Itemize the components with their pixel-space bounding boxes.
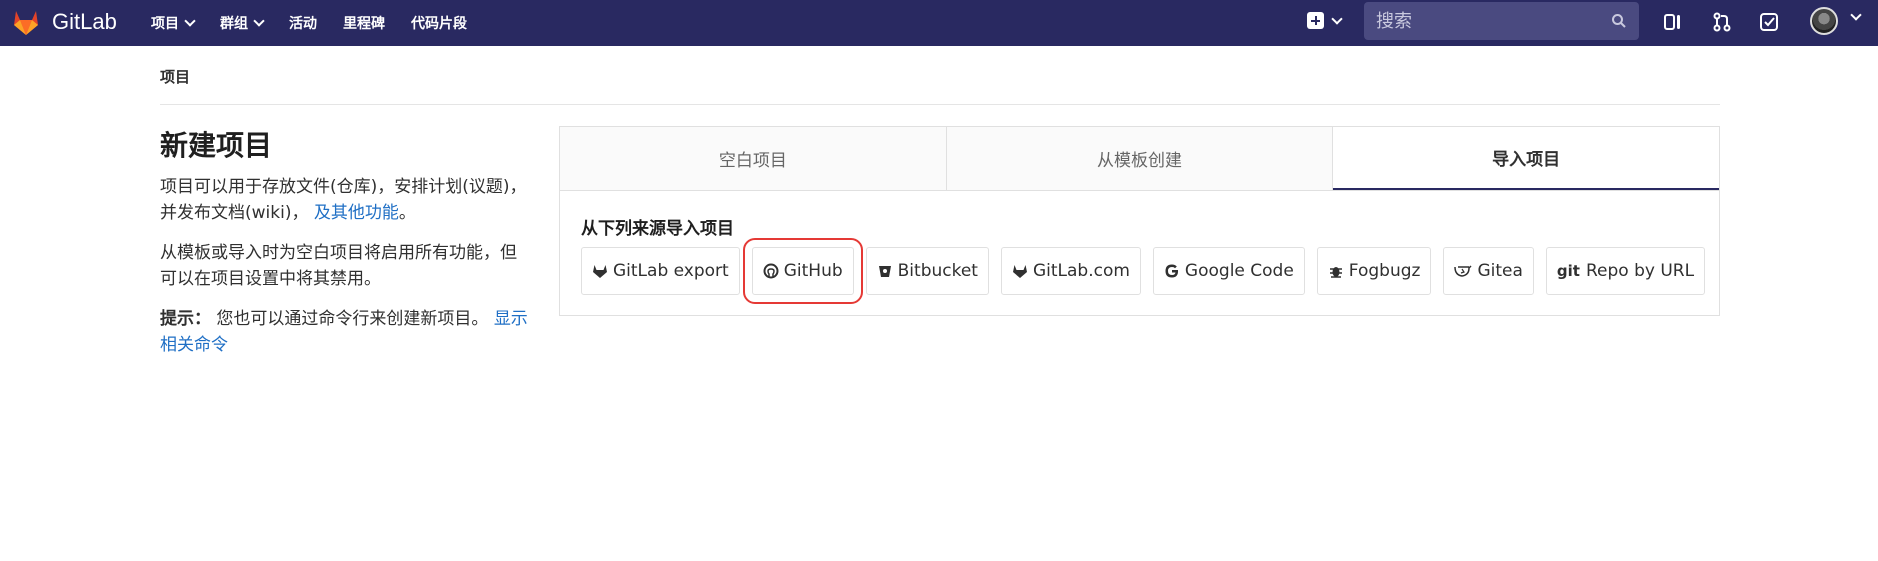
divider xyxy=(160,104,1720,105)
nav-milestones[interactable]: 里程碑 xyxy=(343,13,385,33)
source-label: Fogbugz xyxy=(1348,261,1421,281)
nav-projects[interactable]: 项目 xyxy=(151,13,196,33)
more-features-link[interactable]: 及其他功能 xyxy=(314,203,399,223)
search-icon[interactable] xyxy=(1611,13,1627,29)
tab-blank-project[interactable]: 空白项目 xyxy=(560,127,947,190)
project-tabs: 空白项目 从模板创建 导入项目 xyxy=(560,127,1720,191)
gitlab-logo-icon[interactable] xyxy=(10,6,42,38)
bitbucket-icon xyxy=(878,266,891,277)
main-nav: 项目 群组 活动 里程碑 代码片段 xyxy=(151,0,493,46)
source-label: Bitbucket xyxy=(897,261,978,281)
avatar[interactable] xyxy=(1810,7,1838,35)
gitea-icon xyxy=(1454,265,1472,277)
chevron-down-icon xyxy=(253,15,265,27)
import-gitlab-export-button[interactable]: GitLab export xyxy=(581,247,740,295)
github-icon xyxy=(763,263,779,279)
import-title: 从下列来源导入项目 xyxy=(581,219,734,239)
search-input[interactable] xyxy=(1376,10,1596,32)
import-gitea-button[interactable]: Gitea xyxy=(1443,247,1534,295)
import-sources: GitLab export GitHub Bitbucket GitLab.co… xyxy=(581,238,1717,304)
plus-icon xyxy=(1307,12,1324,29)
tip-text: 您也可以通过命令行来创建新项目。 xyxy=(216,309,489,329)
source-label: Repo by URL xyxy=(1585,261,1695,281)
bug-icon xyxy=(1329,267,1342,278)
chevron-down-icon xyxy=(1331,12,1343,25)
template-note: 从模板或导入时为空白项目将启用所有功能，但可以在项目设置中将其禁用。 xyxy=(160,243,517,289)
git-icon: git xyxy=(1556,262,1580,280)
tab-import-project[interactable]: 导入项目 xyxy=(1333,127,1720,190)
source-label: GitLab.com xyxy=(1032,261,1130,281)
todo-icon[interactable] xyxy=(1759,12,1779,32)
import-repo-by-url-button[interactable]: git Repo by URL xyxy=(1545,247,1706,295)
nav-label: 群组 xyxy=(220,16,248,32)
description: 项目可以用于存放文件(仓库)，安排计划(议题)，并发布文档(wiki)， 及其他… xyxy=(160,174,530,226)
chevron-down-icon[interactable] xyxy=(1850,9,1862,21)
tip: 提示： 您也可以通过命令行来创建新项目。 显示相关命令 xyxy=(160,306,530,358)
issues-icon[interactable] xyxy=(1663,12,1683,32)
page-title: 新建项目 xyxy=(160,129,273,162)
brand-name[interactable]: GitLab xyxy=(52,9,117,35)
nav-groups[interactable]: 群组 xyxy=(220,13,265,33)
tanuki-icon xyxy=(1012,265,1027,278)
import-github-button[interactable]: GitHub xyxy=(742,238,863,304)
import-gitlab-com-button[interactable]: GitLab.com xyxy=(1000,247,1141,295)
source-label: Gitea xyxy=(1477,261,1523,281)
description-end: 。 xyxy=(398,203,416,223)
source-label: GitHub xyxy=(783,261,843,281)
new-project-panel: 空白项目 从模板创建 导入项目 从下列来源导入项目 GitLab export … xyxy=(559,126,1720,316)
import-fogbugz-button[interactable]: Fogbugz xyxy=(1316,247,1432,295)
tab-from-template[interactable]: 从模板创建 xyxy=(946,127,1334,190)
new-item-dropdown[interactable] xyxy=(1307,12,1343,29)
new-project-sidebar: 新建项目 项目可以用于存放文件(仓库)，安排计划(议题)，并发布文档(wiki)… xyxy=(160,124,530,372)
import-bitbucket-button[interactable]: Bitbucket xyxy=(865,247,989,295)
breadcrumb[interactable]: 项目 xyxy=(160,66,190,87)
tanuki-icon xyxy=(593,265,607,278)
google-icon xyxy=(1165,264,1178,278)
tip-label: 提示： xyxy=(160,309,211,329)
nav-label: 项目 xyxy=(151,16,179,32)
merge-request-icon[interactable] xyxy=(1712,12,1732,32)
top-navbar: GitLab 项目 群组 活动 里程碑 代码片段 xyxy=(0,0,1878,46)
nav-snippets[interactable]: 代码片段 xyxy=(411,13,467,33)
source-label: Google Code xyxy=(1184,261,1294,281)
import-google-code-button[interactable]: Google Code xyxy=(1152,247,1305,295)
nav-activity[interactable]: 活动 xyxy=(289,13,317,33)
chevron-down-icon xyxy=(184,15,196,27)
search-box xyxy=(1364,2,1639,40)
source-label: GitLab export xyxy=(613,261,729,281)
